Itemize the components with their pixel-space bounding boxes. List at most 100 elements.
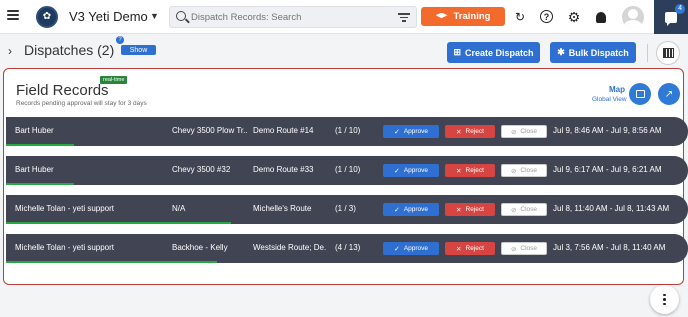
filter-icon[interactable] <box>398 13 410 22</box>
app-title[interactable]: V3 Yeti Demo <box>69 9 148 24</box>
calendar-view-button[interactable] <box>656 41 680 65</box>
check-icon: ✓ <box>393 206 400 214</box>
chat-count-badge: 4 <box>675 4 685 14</box>
chat-icon <box>665 11 677 26</box>
approve-button[interactable]: ✓ Approve <box>383 164 439 177</box>
close-icon: ✕ <box>456 245 462 253</box>
check-icon: ✓ <box>393 167 400 175</box>
approve-label: Approve <box>403 245 429 252</box>
stop-count: (1 / 10) <box>335 126 361 135</box>
route-name: Westside Route; De... <box>253 243 326 252</box>
check-icon: ✓ <box>393 128 400 136</box>
graduation-cap-icon <box>435 12 448 19</box>
bulk-dispatch-button[interactable]: ✱ Bulk Dispatch <box>550 42 636 63</box>
table-row[interactable]: Michelle Tolan - yeti support N/A Michel… <box>6 195 688 224</box>
field-records-panel: Field Records real-time Records pending … <box>3 68 688 285</box>
open-external-button[interactable]: ↗ <box>658 83 680 105</box>
clock-icon: ⊘ <box>510 167 517 175</box>
time-range: Jul 8, 11:40 AM - Jul 8, 11:43 AM <box>553 204 670 213</box>
vehicle-name: N/A <box>172 204 186 213</box>
close-button[interactable]: ⊘ Close <box>501 125 547 138</box>
table-row[interactable]: Michelle Tolan - yeti support Backhoe - … <box>6 234 688 263</box>
check-icon: ✓ <box>393 245 400 253</box>
vehicle-name: Chevy 3500 #32 <box>172 165 231 174</box>
progress-bar <box>6 183 75 185</box>
avatar[interactable] <box>622 6 644 28</box>
training-button[interactable]: Training <box>421 7 505 26</box>
top-bar: ✿ V3 Yeti Demo ▼ Training ↻ ? ⚙ 4 <box>0 0 688 34</box>
chevron-down-icon[interactable]: ▼ <box>150 11 159 21</box>
more-options-button[interactable] <box>650 285 679 314</box>
window-icon <box>635 90 645 98</box>
app-logo[interactable]: ✿ <box>36 6 58 28</box>
driver-name: Bart Huber <box>15 165 54 174</box>
close-icon: ✕ <box>456 167 462 175</box>
close-icon: ✕ <box>456 206 462 214</box>
approve-button[interactable]: ✓ Approve <box>383 203 439 216</box>
vehicle-name: Backhoe - Kelly <box>172 243 228 252</box>
dispatch-icon: ⊞ <box>453 47 461 57</box>
close-label: Close <box>520 206 538 213</box>
search-input[interactable] <box>191 9 391 25</box>
reject-label: Reject <box>465 245 484 252</box>
panel-title: Field Records <box>16 82 109 99</box>
reject-label: Reject <box>465 128 484 135</box>
calendar-icon <box>662 48 674 58</box>
chat-button[interactable]: 4 <box>654 0 688 34</box>
help-icon[interactable]: ? <box>540 10 553 23</box>
training-label: Training <box>453 11 491 22</box>
menu-icon[interactable] <box>7 10 19 20</box>
approve-label: Approve <box>403 128 429 135</box>
reject-button[interactable]: ✕ Reject <box>445 242 495 255</box>
route-name: Demo Route #14 <box>253 126 314 135</box>
clock-icon: ⊘ <box>510 128 517 136</box>
approve-button[interactable]: ✓ Approve <box>383 125 439 138</box>
approve-label: Approve <box>403 206 429 213</box>
show-button[interactable]: Show <box>121 45 156 55</box>
create-dispatch-button[interactable]: ⊞ Create Dispatch <box>447 42 540 63</box>
stop-count: (1 / 10) <box>335 165 361 174</box>
approve-button[interactable]: ✓ Approve <box>383 242 439 255</box>
time-range: Jul 3, 7:56 AM - Jul 8, 11:40 AM <box>553 243 666 252</box>
stop-count: (1 / 3) <box>335 204 356 213</box>
reject-button[interactable]: ✕ Reject <box>445 164 495 177</box>
map-link[interactable]: Map <box>609 85 625 94</box>
map-window-button[interactable] <box>629 83 651 105</box>
vehicle-name: Chevy 3500 Plow Tr... <box>172 126 247 135</box>
section-title: Dispatches (2) <box>24 42 115 58</box>
close-label: Close <box>520 245 538 252</box>
close-button[interactable]: ⊘ Close <box>501 242 547 255</box>
external-link-icon: ↗ <box>664 88 674 100</box>
gear-icon[interactable]: ⚙ <box>567 9 581 25</box>
stop-count: (4 / 13) <box>335 243 361 252</box>
create-dispatch-label: Create Dispatch <box>465 47 534 58</box>
clock-icon: ⊘ <box>510 245 517 253</box>
bulk-icon: ✱ <box>557 47 565 57</box>
global-view-link[interactable]: Global View <box>592 96 627 103</box>
refresh-icon[interactable]: ↻ <box>513 10 527 24</box>
bell-icon[interactable] <box>594 10 608 24</box>
close-icon: ✕ <box>456 128 462 136</box>
route-name: Demo Route #33 <box>253 165 314 174</box>
driver-name: Michelle Tolan - yeti support <box>15 204 115 213</box>
reject-button[interactable]: ✕ Reject <box>445 203 495 216</box>
table-row[interactable]: Bart Huber Chevy 3500 Plow Tr... Demo Ro… <box>6 117 688 146</box>
close-label: Close <box>520 128 538 135</box>
close-button[interactable]: ⊘ Close <box>501 203 547 216</box>
reject-label: Reject <box>465 167 484 174</box>
panel-subtitle: Records pending approval will stay for 3… <box>16 100 147 107</box>
search-icon <box>176 11 186 21</box>
help-badge[interactable]: ? <box>116 36 124 44</box>
progress-bar <box>6 261 218 263</box>
progress-bar <box>6 144 75 146</box>
chevron-right-icon[interactable]: › <box>8 44 12 58</box>
clock-icon: ⊘ <box>510 206 517 214</box>
time-range: Jul 9, 6:17 AM - Jul 9, 6:21 AM <box>553 165 662 174</box>
table-row[interactable]: Bart Huber Chevy 3500 #32 Demo Route #33… <box>6 156 688 185</box>
close-button[interactable]: ⊘ Close <box>501 164 547 177</box>
bulk-dispatch-label: Bulk Dispatch <box>568 47 629 58</box>
reject-button[interactable]: ✕ Reject <box>445 125 495 138</box>
time-range: Jul 9, 8:46 AM - Jul 9, 8:56 AM <box>553 126 662 135</box>
close-label: Close <box>520 167 538 174</box>
divider <box>647 44 648 62</box>
